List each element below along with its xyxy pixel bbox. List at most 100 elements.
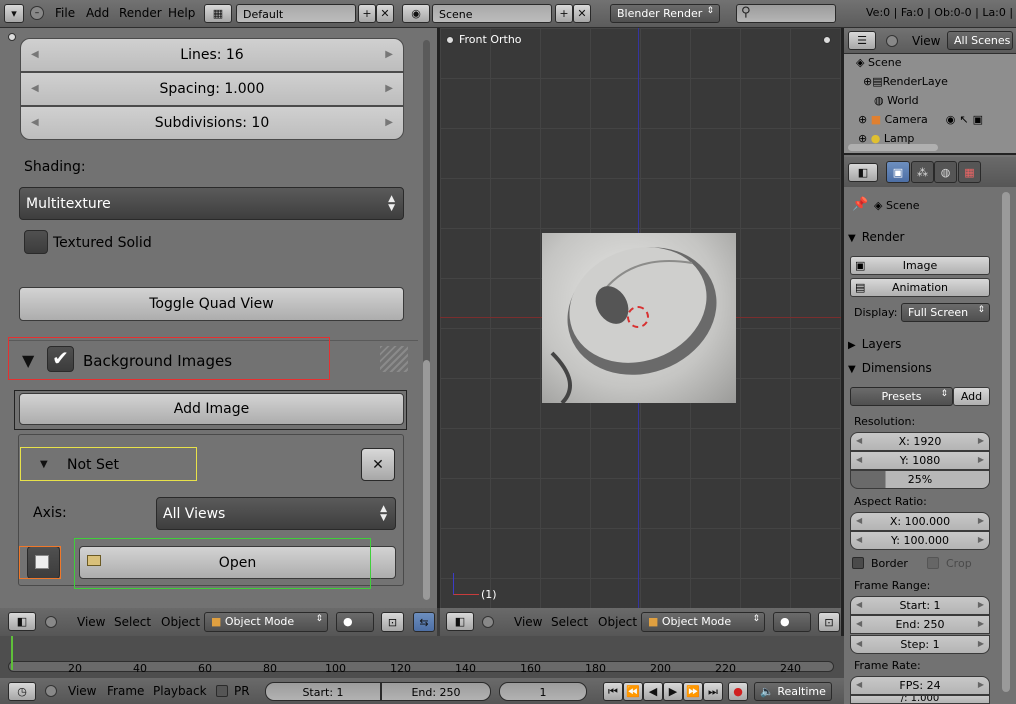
- decrement-icon[interactable]: ◀: [856, 639, 862, 648]
- resolution-y-field[interactable]: ◀ Y: 1080 ▶: [850, 451, 990, 470]
- menu-view[interactable]: View: [68, 684, 96, 698]
- viewport-shading-select[interactable]: ●: [773, 612, 811, 632]
- frame-step-field[interactable]: ◀ Step: 1 ▶: [850, 635, 990, 654]
- fps-field[interactable]: ◀ FPS: 24 ▶: [850, 676, 990, 695]
- render-image-button[interactable]: ▣ Image: [850, 256, 990, 275]
- pin-icon[interactable]: 📌: [852, 197, 868, 212]
- object-mode-select[interactable]: ■ Object Mode ⇕: [204, 612, 328, 632]
- editor-type-icon[interactable]: ◧: [446, 612, 474, 631]
- aspect-y-field[interactable]: ◀ Y: 100.000 ▶: [850, 531, 990, 550]
- remove-layout-icon[interactable]: ✕: [376, 4, 394, 23]
- viewport-shading-select[interactable]: ●: [336, 612, 374, 632]
- vertical-divider[interactable]: [437, 28, 440, 608]
- axis-select[interactable]: All Views ▲ ▼: [156, 497, 396, 530]
- increment-icon[interactable]: ▶: [978, 639, 984, 648]
- play-reverse-icon[interactable]: ◀: [643, 682, 663, 701]
- jump-end-icon[interactable]: ⏭: [703, 682, 723, 701]
- add-image-button[interactable]: Add Image: [19, 393, 404, 425]
- collapse-icon[interactable]: –: [30, 6, 44, 20]
- record-icon[interactable]: ●: [728, 682, 748, 701]
- increment-icon[interactable]: ▶: [385, 117, 393, 128]
- decrement-icon[interactable]: ◀: [31, 49, 39, 60]
- end-frame-field[interactable]: End: 250: [381, 682, 491, 701]
- clock-icon[interactable]: ◷: [8, 682, 36, 701]
- increment-icon[interactable]: ▶: [978, 516, 984, 525]
- snap-icon[interactable]: ⊡: [818, 612, 840, 632]
- viewport-plus-icon[interactable]: [446, 36, 454, 44]
- search-field[interactable]: ⚲: [736, 4, 836, 23]
- timeline-scroll[interactable]: [8, 661, 834, 672]
- increment-icon[interactable]: ▶: [978, 619, 984, 628]
- resolution-x-field[interactable]: ◀ X: 1920 ▶: [850, 432, 990, 451]
- grid-lines-field[interactable]: ◀ Lines: 16 ▶: [20, 38, 404, 72]
- remove-image-button[interactable]: ✕: [361, 448, 395, 481]
- next-keyframe-icon[interactable]: ⏩: [683, 682, 703, 701]
- world-tab-icon[interactable]: ▦: [958, 161, 981, 183]
- add-scene-icon[interactable]: +: [555, 4, 573, 23]
- decrement-icon[interactable]: ◀: [856, 516, 862, 525]
- select-cursor-icon[interactable]: ↖: [959, 113, 968, 126]
- toggle-quad-view-button[interactable]: Toggle Quad View: [19, 287, 404, 321]
- add-layout-icon[interactable]: +: [358, 4, 376, 23]
- increment-icon[interactable]: ▶: [978, 680, 984, 689]
- grid-subdivisions-field[interactable]: ◀ Subdivisions: 10 ▶: [20, 106, 404, 140]
- collapse-icon[interactable]: [45, 685, 57, 697]
- layers-section-header[interactable]: ▶ Layers: [848, 337, 996, 351]
- render-animation-button[interactable]: ▤ Animation: [850, 278, 990, 297]
- menu-add[interactable]: Add: [86, 6, 109, 20]
- textured-solid-checkbox[interactable]: [24, 230, 48, 254]
- editor-type-icon[interactable]: ◧: [848, 163, 878, 182]
- editor-type-icon[interactable]: ◧: [8, 612, 36, 631]
- dimensions-section-header[interactable]: ▼ Dimensions: [848, 361, 996, 375]
- expand-arrow-icon[interactable]: ▼: [40, 459, 48, 470]
- scene-field[interactable]: Scene: [432, 4, 552, 23]
- panel-pin-icon[interactable]: [8, 33, 16, 41]
- sync-mode-select[interactable]: 🔈 Realtime: [754, 682, 832, 701]
- presets-select[interactable]: Presets ⇕: [850, 387, 953, 406]
- collapse-icon[interactable]: [886, 35, 898, 47]
- grid-spacing-field[interactable]: ◀ Spacing: 1.000 ▶: [20, 72, 404, 106]
- shading-select[interactable]: Multitexture ▲ ▼: [19, 187, 404, 220]
- decrement-icon[interactable]: ◀: [856, 535, 862, 544]
- aspect-x-field[interactable]: ◀ X: 100.000 ▶: [850, 512, 990, 531]
- increment-icon[interactable]: ▶: [978, 600, 984, 609]
- increment-icon[interactable]: ▶: [385, 49, 393, 60]
- quad-view-icon[interactable]: ⇆: [413, 612, 435, 632]
- start-frame-field[interactable]: Start: 1: [265, 682, 381, 701]
- 3d-cursor-icon[interactable]: [627, 306, 649, 328]
- increment-icon[interactable]: ▶: [978, 436, 984, 445]
- increment-icon[interactable]: ▶: [978, 455, 984, 464]
- increment-icon[interactable]: ▶: [978, 535, 984, 544]
- outliner-scrollbar[interactable]: [848, 144, 938, 151]
- decrement-icon[interactable]: ◀: [856, 436, 862, 445]
- object-mode-select[interactable]: ■ Object Mode ⇕: [641, 612, 765, 632]
- preview-range-checkbox[interactable]: [216, 685, 228, 697]
- menu-select[interactable]: Select: [551, 615, 588, 629]
- left-scrollbar-thumb[interactable]: [423, 360, 430, 600]
- collapse-icon[interactable]: [482, 616, 494, 628]
- increment-icon[interactable]: ▶: [385, 83, 393, 94]
- drag-handle-icon[interactable]: [380, 346, 408, 372]
- display-select[interactable]: Full Screen ⇕: [901, 303, 990, 322]
- editor-type-icon[interactable]: ▾: [4, 4, 24, 23]
- editor-type-icon[interactable]: ☰: [848, 31, 876, 50]
- menu-select[interactable]: Select: [114, 615, 151, 629]
- resolution-percentage-slider[interactable]: 25%: [850, 470, 990, 489]
- menu-help[interactable]: Help: [168, 6, 195, 20]
- decrement-icon[interactable]: ◀: [856, 600, 862, 609]
- render-camera-icon[interactable]: ▣: [973, 113, 983, 126]
- scene-tab-icon[interactable]: ◍: [934, 161, 957, 183]
- decrement-icon[interactable]: ◀: [31, 83, 39, 94]
- visibility-eye-icon[interactable]: ◉: [946, 113, 956, 126]
- render-layers-tab-icon[interactable]: ⁂: [911, 161, 934, 183]
- remove-scene-icon[interactable]: ✕: [573, 4, 591, 23]
- border-checkbox[interactable]: [852, 557, 864, 569]
- collapse-icon[interactable]: [45, 616, 57, 628]
- add-preset-button[interactable]: Add: [953, 387, 990, 406]
- outliner-item-renderlayers[interactable]: ⊕▤RenderLaye: [863, 75, 948, 88]
- screen-layout-field[interactable]: Default: [236, 4, 356, 23]
- menu-playback[interactable]: Playback: [153, 684, 207, 698]
- menu-file[interactable]: File: [55, 6, 75, 20]
- frame-end-field[interactable]: ◀ End: 250 ▶: [850, 615, 990, 634]
- fps-base-field[interactable]: /: 1.000: [850, 695, 990, 704]
